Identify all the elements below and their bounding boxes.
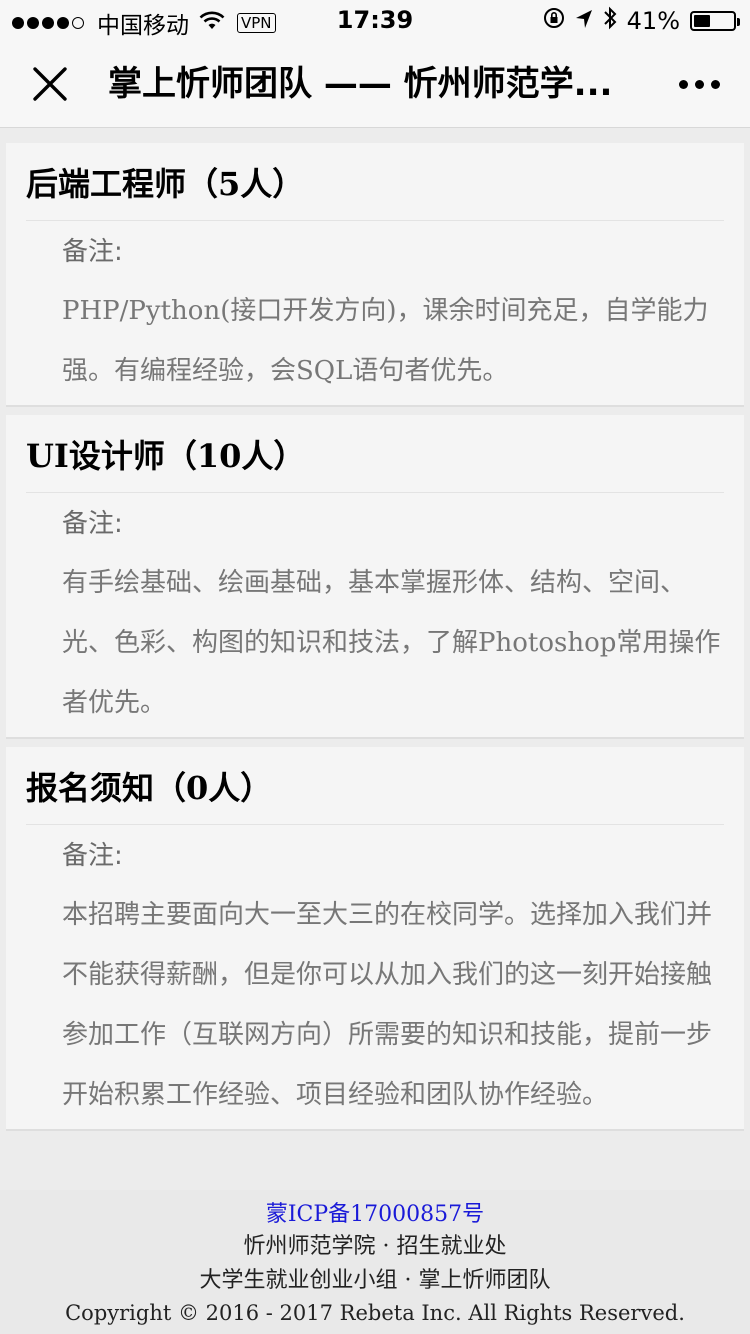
note-label: 备注: xyxy=(62,509,123,539)
footer-org-line: 忻州师范学院 · 招生就业处 xyxy=(243,1234,507,1259)
footer: 蒙ICP备17000857号 忻州师范学院 · 招生就业处 大学生就业创业小组 … xyxy=(0,1190,750,1334)
rotation-lock-icon xyxy=(543,7,565,35)
card-title: 报名须知（0人） xyxy=(26,747,724,825)
more-options-icon[interactable] xyxy=(672,80,720,89)
position-card: 报名须知（0人） 备注: 本招聘主要面向大一至大三的在校同学。选择加入我们并不能… xyxy=(6,747,744,1131)
bluetooth-icon xyxy=(603,6,617,36)
note-text: PHP/Python(接口开发方向)，课余时间充足，自学能力强。有编程经验，会S… xyxy=(62,296,709,386)
note-text: 本招聘主要面向大一至大三的在校同学。选择加入我们并不能获得薪酬，但是你可以从加入… xyxy=(62,900,713,1110)
close-icon[interactable] xyxy=(32,66,68,102)
battery-percent: 41% xyxy=(626,7,680,35)
status-right: 41% xyxy=(533,6,740,36)
position-card: 后端工程师（5人） 备注: PHP/Python(接口开发方向)，课余时间充足，… xyxy=(6,143,744,407)
battery-icon xyxy=(690,11,740,31)
content-area: 后端工程师（5人） 备注: PHP/Python(接口开发方向)，课余时间充足，… xyxy=(0,129,750,1139)
status-bar: 中国移动 VPN 17:39 41% xyxy=(0,0,750,40)
position-card: UI设计师（10人） 备注: 有手绘基础、绘画基础，基本掌握形体、结构、空间、光… xyxy=(6,415,744,739)
card-title: 后端工程师（5人） xyxy=(26,143,724,221)
card-title: UI设计师（10人） xyxy=(26,415,724,493)
note-label: 备注: xyxy=(62,237,123,267)
note-label: 备注: xyxy=(62,841,123,871)
page-title: 掌上忻师团队 —— 忻州师范学... xyxy=(108,64,613,104)
card-body: 备注: 有手绘基础、绘画基础，基本掌握形体、结构、空间、光、色彩、构图的知识和技… xyxy=(26,493,724,737)
note-text: 有手绘基础、绘画基础，基本掌握形体、结构、空间、光、色彩、构图的知识和技法，了解… xyxy=(62,568,721,718)
footer-team-line: 大学生就业创业小组 · 掌上忻师团队 xyxy=(199,1268,551,1293)
top-divider xyxy=(0,129,750,143)
icp-link[interactable]: 蒙ICP备17000857号 xyxy=(0,1200,750,1230)
copyright-text: Copyright © 2016 - 2017 Rebeta Inc. All … xyxy=(65,1301,685,1325)
nav-bar: 掌上忻师团队 —— 忻州师范学... xyxy=(0,40,750,128)
location-arrow-icon xyxy=(575,7,593,35)
card-body: 备注: 本招聘主要面向大一至大三的在校同学。选择加入我们并不能获得薪酬，但是你可… xyxy=(26,825,724,1129)
card-body: 备注: PHP/Python(接口开发方向)，课余时间充足，自学能力强。有编程经… xyxy=(26,221,724,405)
